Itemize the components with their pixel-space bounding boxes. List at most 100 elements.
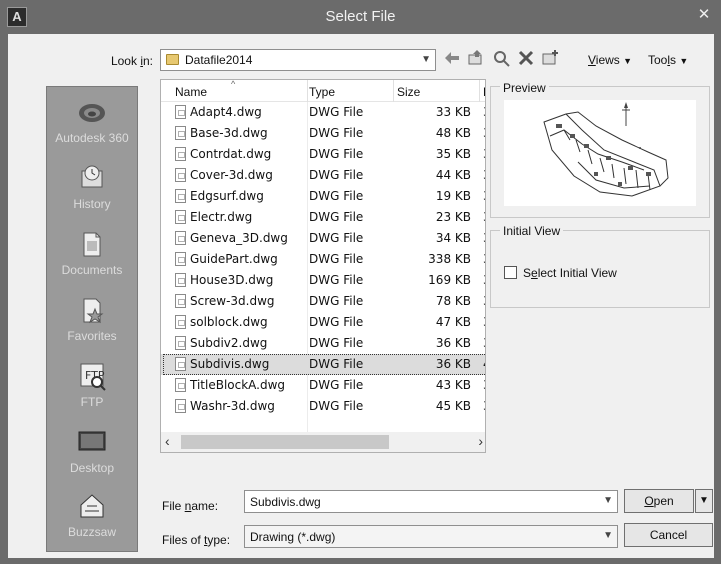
- file-date-cell: 3: [483, 189, 485, 203]
- up-folder-icon[interactable]: [466, 49, 486, 71]
- file-name-cell: GuidePart.dwg: [190, 252, 278, 266]
- place-ftp[interactable]: FTP FTP: [47, 357, 137, 423]
- look-in-dropdown[interactable]: Datafile2014 ▼: [160, 49, 436, 71]
- select-initial-view-accel: e: [531, 266, 538, 280]
- table-row[interactable]: solblock.dwg DWG File 47 KB 3: [161, 312, 485, 333]
- select-initial-view-checkbox[interactable]: [504, 266, 517, 279]
- file-type-cell: DWG File: [309, 147, 364, 161]
- file-name-cell: Washr-3d.dwg: [190, 399, 275, 413]
- column-header-date[interactable]: D: [483, 85, 485, 99]
- file-size-cell: 48 KB: [435, 126, 471, 140]
- scroll-thumb[interactable]: [181, 435, 389, 449]
- table-row[interactable]: Base-3d.dwg DWG File 48 KB 3: [161, 123, 485, 144]
- file-date-cell: 3: [483, 147, 485, 161]
- table-row[interactable]: Contrdat.dwg DWG File 35 KB 3: [161, 144, 485, 165]
- history-icon: [77, 163, 107, 193]
- column-separator[interactable]: [307, 80, 308, 102]
- column-header-type[interactable]: Type: [309, 85, 335, 99]
- scroll-right-icon[interactable]: ›: [478, 433, 483, 449]
- column-header-name[interactable]: Name: [175, 85, 207, 99]
- chevron-down-icon[interactable]: ▼: [603, 530, 613, 541]
- tools-caret-icon: ▼: [679, 56, 689, 66]
- place-label: FTP: [80, 395, 104, 409]
- table-row[interactable]: GuidePart.dwg DWG File 338 KB 3: [161, 249, 485, 270]
- file-name-label-suffix: ame:: [191, 499, 219, 513]
- dwg-file-icon: [175, 210, 186, 224]
- place-label: Favorites: [67, 329, 117, 343]
- horizontal-scrollbar[interactable]: ‹ ›: [161, 432, 485, 452]
- file-type-cell: DWG File: [309, 378, 364, 392]
- favorites-icon: [77, 295, 107, 325]
- file-type-cell: DWG File: [309, 252, 364, 266]
- table-row-selected[interactable]: Subdivis.dwg DWG File 36 KB 4: [161, 354, 485, 375]
- column-header-size[interactable]: Size: [397, 85, 420, 99]
- table-row[interactable]: Edgsurf.dwg DWG File 19 KB 3: [161, 186, 485, 207]
- back-icon[interactable]: [442, 49, 462, 71]
- files-of-type-label-suffix: ype:: [207, 533, 231, 547]
- place-desktop[interactable]: Desktop: [47, 423, 137, 489]
- title-bar[interactable]: A Select File ✕: [0, 0, 721, 34]
- place-buzzsaw[interactable]: Buzzsaw: [47, 487, 137, 553]
- table-row[interactable]: Geneva_3D.dwg DWG File 34 KB 3: [161, 228, 485, 249]
- tools-menu-suffix: s: [670, 53, 677, 67]
- file-name-cell: Contrdat.dwg: [190, 147, 272, 161]
- select-initial-view-suffix: lect Initial View: [537, 266, 617, 280]
- place-documents[interactable]: Documents: [47, 225, 137, 291]
- select-file-dialog: A Select File ✕ Look in: Datafile2014 ▼ …: [0, 0, 721, 564]
- place-autodesk-360[interactable]: Autodesk 360: [47, 93, 137, 159]
- file-type-cell: DWG File: [309, 399, 364, 413]
- dwg-file-icon: [175, 399, 186, 413]
- dwg-file-icon: [175, 231, 186, 245]
- table-row[interactable]: Electr.dwg DWG File 23 KB 3: [161, 207, 485, 228]
- views-menu[interactable]: Views ▼: [588, 53, 632, 67]
- place-favorites[interactable]: Favorites: [47, 291, 137, 357]
- file-name-input[interactable]: Subdivis.dwg ▼: [244, 490, 618, 513]
- table-row[interactable]: House3D.dwg DWG File 169 KB 3: [161, 270, 485, 291]
- initial-view-label: Initial View: [500, 224, 564, 238]
- close-button[interactable]: ✕: [693, 4, 715, 26]
- look-in-label-suffix: n:: [142, 54, 153, 68]
- chevron-down-icon[interactable]: ▼: [603, 495, 613, 506]
- column-separator[interactable]: [393, 80, 394, 102]
- dwg-file-icon: [175, 168, 186, 182]
- table-row[interactable]: Washr-3d.dwg DWG File 45 KB 3: [161, 396, 485, 417]
- file-type-cell: DWG File: [309, 336, 364, 350]
- file-date-cell: 3: [483, 273, 485, 287]
- file-name-cell: Cover-3d.dwg: [190, 168, 273, 182]
- select-initial-view-label[interactable]: Select Initial View: [523, 266, 617, 280]
- cancel-button[interactable]: Cancel: [624, 523, 713, 547]
- file-type-cell: DWG File: [309, 231, 364, 245]
- open-button[interactable]: Open: [624, 489, 694, 513]
- open-options-button[interactable]: ▼: [695, 489, 713, 513]
- dwg-file-icon: [175, 252, 186, 266]
- file-type-cell: DWG File: [309, 294, 364, 308]
- dialog-body: Look in: Datafile2014 ▼ Views ▼ Tools ▼: [8, 34, 714, 558]
- dwg-file-icon: [175, 378, 186, 392]
- ftp-icon: FTP: [77, 361, 107, 391]
- delete-icon[interactable]: [516, 49, 536, 71]
- scroll-left-icon[interactable]: ‹: [165, 433, 170, 449]
- column-separator[interactable]: [479, 80, 480, 102]
- new-folder-icon[interactable]: [540, 49, 560, 71]
- dwg-file-icon: [175, 294, 186, 308]
- file-list[interactable]: ^ Name Type Size D Adapt4.dwg DWG File 33 …: [160, 79, 486, 453]
- files-of-type-dropdown[interactable]: Drawing (*.dwg) ▼: [244, 525, 618, 548]
- file-date-cell: 3: [483, 315, 485, 329]
- search-web-icon[interactable]: [492, 49, 512, 71]
- table-row[interactable]: Subdiv2.dwg DWG File 36 KB 3: [161, 333, 485, 354]
- look-in-value: Datafile2014: [185, 53, 253, 67]
- cloud-icon: [77, 97, 107, 127]
- file-type-cell: DWG File: [309, 168, 364, 182]
- table-row[interactable]: Cover-3d.dwg DWG File 44 KB 3: [161, 165, 485, 186]
- place-label: Buzzsaw: [67, 525, 117, 539]
- file-type-cell: DWG File: [309, 189, 364, 203]
- table-row[interactable]: Screw-3d.dwg DWG File 78 KB 3: [161, 291, 485, 312]
- tools-menu-prefix: Too: [648, 53, 668, 67]
- desktop-icon: [77, 427, 107, 457]
- place-history[interactable]: History: [47, 159, 137, 225]
- table-row[interactable]: Adapt4.dwg DWG File 33 KB 3: [161, 102, 485, 123]
- table-row[interactable]: TitleBlockA.dwg DWG File 43 KB 3: [161, 375, 485, 396]
- file-size-cell: 44 KB: [435, 168, 471, 182]
- tools-menu[interactable]: Tools ▼: [648, 53, 688, 67]
- file-size-cell: 34 KB: [435, 231, 471, 245]
